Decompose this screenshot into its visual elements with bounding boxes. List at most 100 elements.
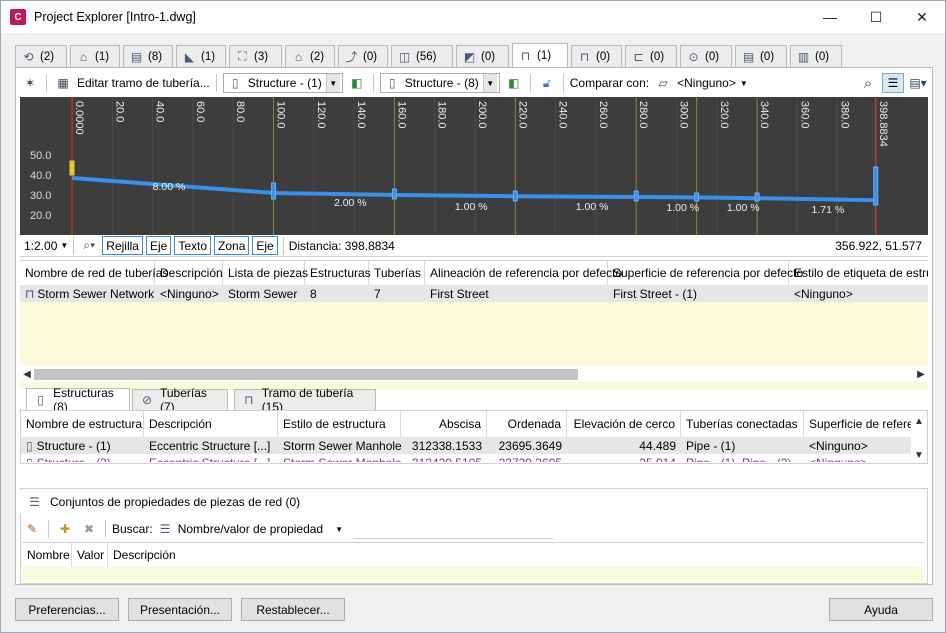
remove-property-set-icon[interactable]: ✖ (79, 519, 99, 539)
scroll-down-icon[interactable]: ▼ (912, 447, 926, 463)
tab-pipe-run[interactable]: ⊓ (1) (512, 43, 568, 68)
start-structure-select[interactable]: ▯ Structure - (1) ▼ (222, 73, 343, 93)
scroll-left-icon[interactable]: ◀ (20, 366, 34, 382)
table-row[interactable]: ⊓ Storm Sewer Network <Ninguno> Storm Sewer… (20, 285, 928, 302)
pipe-run-profile-view[interactable]: 50.0 40.0 30.0 20.0 0.0000 20.0 40.0 60.0 80.0 10… (20, 97, 928, 235)
tab-pipes[interactable]: ⊘ Tuberías (7) (132, 386, 228, 414)
tab-corridor[interactable]: ◣ (1) (176, 45, 226, 67)
end-structure-select[interactable]: ▯ Structure - (8) ▼ (379, 73, 500, 93)
tab-pressure-network[interactable]: ⊓ (0) (571, 45, 622, 67)
column-header[interactable]: Superficie de referencia por defecto (608, 261, 803, 285)
property-sets-table: Nombre Valor Descripción (22, 542, 924, 582)
table-cell: ▯ Structure - (1) (21, 437, 144, 454)
column-header[interactable]: Tuberías (369, 261, 425, 285)
x-axis-label: 120.0 (315, 101, 327, 129)
column-header[interactable]: Descripción (144, 411, 278, 437)
text-toggle-button[interactable]: Texto (174, 236, 212, 255)
column-header[interactable]: Estilo de etiqueta de estruct (789, 261, 928, 285)
tab-pipe-run[interactable]: ⊓ Tramo de tubería (15) (234, 386, 376, 414)
column-header[interactable]: Nombre (22, 543, 72, 567)
y-axis-label: 50.0 (30, 150, 51, 162)
scroll-right-icon[interactable]: ▶ (914, 366, 928, 382)
search-input[interactable] (353, 519, 554, 539)
tab-alignment[interactable]: ⟲ (2) (15, 45, 67, 67)
surface-icon: ▤ (130, 49, 143, 64)
tab-sheet[interactable]: ▤ (0) (735, 45, 787, 67)
scale-select[interactable]: 1:2.00 (24, 239, 57, 253)
corridor-icon: ◣ (184, 49, 195, 64)
edit-property-set-icon[interactable]: ✎ (22, 519, 42, 539)
tab-parcel[interactable]: ⛶ (3) (229, 45, 282, 67)
tab-surface[interactable]: ▤ (8) (123, 45, 173, 67)
help-button[interactable]: Ayuda (829, 598, 933, 621)
column-header[interactable]: Elevación de cerco (567, 411, 681, 437)
presentation-button[interactable]: Presentación... (128, 598, 232, 621)
axis-toggle-button[interactable]: Eje (145, 236, 172, 255)
coordinate-readout: 356.922, 51.577 (835, 238, 922, 253)
x-axis-label: 100.0 (275, 101, 287, 129)
pick-end-structure-icon[interactable]: ◧ (504, 73, 524, 93)
edit-pipe-run-icon[interactable]: ▦ (53, 73, 73, 93)
column-header[interactable]: Alineación de referencia por defecto (425, 261, 622, 285)
edit-pipe-run-button[interactable]: Editar tramo de tubería... (77, 76, 210, 90)
column-header[interactable]: Nombre de red de tuberías (20, 261, 168, 285)
tab-property-sets[interactable]: ☰ Conjuntos de propiedades de piezas de … (20, 490, 307, 513)
tab-catchment[interactable]: ⊙ (0) (680, 45, 732, 67)
pick-start-structure-icon[interactable]: ◧ (347, 73, 367, 93)
maximize-button[interactable]: ☐ (853, 1, 899, 33)
new-pipe-run-icon[interactable]: ✶ (20, 73, 40, 93)
tab-grading[interactable]: ◩ (0) (456, 45, 509, 67)
horizontal-scrollbar[interactable]: ◀ ▶ (20, 366, 928, 382)
tab-site[interactable]: ⌂ (2) (285, 45, 335, 67)
tab-building[interactable]: ▥ (0) (790, 45, 842, 67)
column-header[interactable]: Ordenada (487, 411, 567, 437)
preferences-button[interactable]: Preferencias... (15, 598, 119, 621)
table-cell: Pipe - (1) (686, 438, 736, 453)
tab-count: (0) (705, 50, 720, 63)
tab-profile[interactable]: ⤴ (0) (338, 45, 388, 67)
column-header[interactable]: Nombre de estructura (21, 411, 144, 437)
tab-pipe-network[interactable]: ◫ (56) (391, 45, 453, 67)
table-cell: 44.489 (639, 438, 676, 453)
table-row[interactable]: ▯ Structure - (1) Eccentric Structure [...… (21, 437, 927, 454)
chevron-down-icon[interactable]: ▼ (740, 79, 748, 88)
column-header[interactable]: Descripción (108, 543, 228, 567)
grid-toggle-button[interactable]: Rejilla (102, 236, 143, 255)
column-header[interactable]: Valor (72, 543, 108, 567)
scroll-up-icon[interactable]: ▲ (912, 413, 926, 429)
grid-view-icon[interactable]: ▤▾ (908, 73, 928, 93)
tab-count: (56) (416, 50, 437, 63)
vertical-scrollbar[interactable]: ▲ ▼ (911, 411, 927, 463)
column-header[interactable]: Descripción (155, 261, 223, 285)
table-row[interactable]: ▯ Structure - (2) Eccentric Structure [...… (21, 454, 927, 462)
table-cell: 312420.5105 (401, 454, 487, 463)
column-header[interactable]: Lista de piezas (223, 261, 308, 285)
reset-button[interactable]: Restablecer... (241, 598, 345, 621)
list-view-icon[interactable]: ☰ (882, 73, 904, 93)
pipe-run-detail-tabs: ▯ Estructuras (8) ⊘ Tuberías (7) ⊓ Tramo… (20, 386, 928, 414)
close-button[interactable]: ✕ (899, 1, 945, 33)
column-header[interactable]: Estilo de estructura (278, 411, 401, 437)
zone-toggle-button[interactable]: Zona (214, 236, 250, 255)
chevron-down-icon[interactable]: ▼ (335, 525, 343, 534)
minimize-button[interactable]: — (807, 1, 853, 33)
search-mode-select[interactable]: Nombre/valor de propiedad (178, 522, 323, 536)
add-property-set-icon[interactable]: ✚ (55, 519, 75, 539)
unlock-icon[interactable]: 🔓︎ (537, 73, 557, 93)
tab-feature-line[interactable]: ⊏ (0) (625, 45, 677, 67)
chevron-down-icon[interactable]: ▼ (60, 241, 68, 250)
axis2-toggle-button[interactable]: Eje (252, 236, 278, 255)
tab-bridge[interactable]: ⌂ (1) (70, 45, 120, 67)
app-icon: C (10, 9, 26, 25)
column-header[interactable]: Tuberías conectadas (681, 411, 804, 437)
table-cell: Storm Sewer (228, 286, 298, 301)
tab-count: (8) (148, 50, 163, 63)
zoom-icon[interactable]: ⌕▾ (79, 236, 99, 256)
tab-structures[interactable]: ▯ Estructuras (8) (26, 386, 130, 414)
zoom-icon[interactable]: ⌕ (858, 73, 878, 93)
compare-select[interactable]: <Ninguno> (677, 76, 736, 90)
scrollbar-thumb[interactable] (34, 369, 578, 380)
column-header[interactable]: Abscisa (401, 411, 487, 437)
column-header[interactable]: Superficie de refere (804, 411, 914, 437)
column-header[interactable]: Estructuras (305, 261, 371, 285)
